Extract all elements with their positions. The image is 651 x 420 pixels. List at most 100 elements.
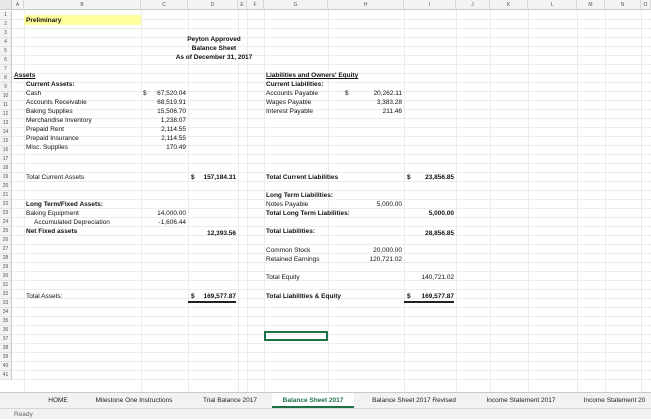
liab-value-accounts-payable[interactable]: 20,262.11: [328, 89, 402, 98]
asset-label-inventory[interactable]: Merchandise Inventory: [26, 116, 92, 125]
asset-value-prepaid-insurance[interactable]: 2,114.55: [141, 134, 186, 143]
common-stock-value[interactable]: 20,000.00: [328, 246, 402, 255]
retained-earnings-label[interactable]: Retained Earnings: [266, 255, 319, 264]
row-header[interactable]: 41: [0, 371, 12, 380]
column-header-h[interactable]: H: [328, 0, 404, 10]
net-fixed-label[interactable]: Net Fixed assets: [26, 227, 77, 236]
total-assets-value[interactable]: 169,577.87: [188, 292, 236, 303]
tab-income-statement-2017[interactable]: Income Statement 2017: [476, 393, 566, 408]
row-header[interactable]: 30: [0, 272, 12, 281]
column-header-l[interactable]: L: [528, 0, 577, 10]
tab-milestone-one-instructions[interactable]: Milestone One Instructions: [80, 393, 188, 408]
net-fixed-value[interactable]: 12,393.56: [188, 229, 236, 238]
row-header[interactable]: 22: [0, 200, 12, 209]
select-all-corner[interactable]: [0, 0, 12, 10]
total-current-liabilities-label[interactable]: Total Current Liabilities: [266, 173, 338, 182]
tab-balance-sheet-2017-revised[interactable]: Balance Sheet 2017 Revised: [360, 393, 468, 408]
liab-value-interest-payable[interactable]: 211.46: [328, 107, 402, 116]
row-header[interactable]: 19: [0, 173, 12, 182]
tab-balance-sheet-2017[interactable]: Balance Sheet 2017: [272, 393, 354, 408]
row-header[interactable]: 7: [0, 65, 12, 74]
row-header[interactable]: 23: [0, 209, 12, 218]
tab-income-statement-20[interactable]: Income Statement 20: [578, 393, 651, 408]
row-header[interactable]: 27: [0, 245, 12, 254]
row-header[interactable]: 14: [0, 128, 12, 137]
asset-value-receivable[interactable]: 68,519.91: [141, 98, 186, 107]
asset-label-prepaid-insurance[interactable]: Prepaid Insurance: [26, 134, 79, 143]
row-header[interactable]: 20: [0, 182, 12, 191]
row-header[interactable]: 33: [0, 299, 12, 308]
row-header[interactable]: 38: [0, 344, 12, 353]
column-header-b[interactable]: B: [24, 0, 141, 10]
assets-header[interactable]: Assets: [14, 71, 35, 80]
liab-label-interest-payable[interactable]: Interest Payable: [266, 107, 313, 116]
total-current-assets-value[interactable]: 157,184.31: [188, 173, 236, 182]
common-stock-label[interactable]: Common Stock: [266, 246, 310, 255]
column-header-a[interactable]: A: [12, 0, 24, 10]
row-header[interactable]: 6: [0, 56, 12, 65]
row-header[interactable]: 3: [0, 29, 12, 38]
retained-earnings-value[interactable]: 120,721.02: [328, 255, 402, 264]
row-header[interactable]: 29: [0, 263, 12, 272]
column-header-g[interactable]: G: [264, 0, 328, 10]
row-header[interactable]: 31: [0, 281, 12, 290]
liab-label-wages-payable[interactable]: Wages Payable: [266, 98, 311, 107]
total-current-assets-label[interactable]: Total Current Assets: [26, 173, 84, 182]
column-header-o[interactable]: O: [641, 0, 651, 10]
total-assets-label[interactable]: Total Assets:: [26, 292, 63, 301]
column-header-d[interactable]: D: [188, 0, 238, 10]
baking-equipment-label[interactable]: Baking Equipment: [26, 209, 79, 218]
tab-trial-balance-2017[interactable]: Trial Balance 2017: [194, 393, 266, 408]
total-long-term-liabilities-label[interactable]: Total Long Term Liabilities:: [266, 209, 350, 218]
row-header[interactable]: 40: [0, 362, 12, 371]
row-header[interactable]: 4: [0, 38, 12, 47]
company-name[interactable]: Peyton Approved: [141, 35, 287, 44]
asset-label-misc-supplies[interactable]: Misc. Supplies: [26, 143, 68, 152]
column-header-j[interactable]: J: [456, 0, 490, 10]
long-term-liabilities-header[interactable]: Long Term Liabilities:: [266, 191, 333, 200]
column-header-f[interactable]: F: [247, 0, 264, 10]
row-header[interactable]: 25: [0, 227, 12, 236]
row-header[interactable]: 26: [0, 236, 12, 245]
row-header[interactable]: 9: [0, 83, 12, 92]
row-header[interactable]: 15: [0, 137, 12, 146]
row-header[interactable]: 36: [0, 326, 12, 335]
row-header[interactable]: 32: [0, 290, 12, 299]
total-liabilities-equity-value[interactable]: 169,577.87: [404, 292, 454, 303]
row-header[interactable]: 28: [0, 254, 12, 263]
liabilities-header[interactable]: Liabilities and Owners' Equity: [266, 71, 358, 80]
current-assets-header[interactable]: Current Assets:: [26, 80, 75, 89]
row-header[interactable]: 12: [0, 110, 12, 119]
row-header[interactable]: 37: [0, 335, 12, 344]
liab-label-accounts-payable[interactable]: Accounts Payable: [266, 89, 318, 98]
column-header-i[interactable]: I: [404, 0, 456, 10]
preliminary-label[interactable]: Preliminary: [26, 16, 61, 25]
row-header[interactable]: 21: [0, 191, 12, 200]
statement-title[interactable]: Balance Sheet: [141, 44, 287, 53]
long-term-assets-header[interactable]: Long Term/Fixed Assets:: [26, 200, 103, 209]
row-header[interactable]: 13: [0, 119, 12, 128]
column-header-n[interactable]: N: [605, 0, 641, 10]
spreadsheet-grid[interactable]: A B C D E F G H I J K L M N O 1234567891…: [0, 0, 651, 392]
baking-equipment-value[interactable]: 14,000.00: [141, 209, 186, 218]
row-header[interactable]: 16: [0, 146, 12, 155]
notes-payable-label[interactable]: Notes Payable: [266, 200, 308, 209]
row-header[interactable]: 17: [0, 155, 12, 164]
row-header[interactable]: 34: [0, 308, 12, 317]
row-header[interactable]: 24: [0, 218, 12, 227]
row-header[interactable]: 39: [0, 353, 12, 362]
tab-home[interactable]: HOME: [40, 393, 76, 408]
column-header-e[interactable]: E: [238, 0, 247, 10]
row-header[interactable]: 10: [0, 92, 12, 101]
acc-dep-label[interactable]: Accumulated Depreciation: [34, 218, 110, 227]
column-header-m[interactable]: M: [577, 0, 605, 10]
asset-label-cash[interactable]: Cash: [26, 89, 41, 98]
asset-value-misc-supplies[interactable]: 170.49: [141, 143, 186, 152]
total-liabilities-equity-label[interactable]: Total Liabilities & Equity: [266, 292, 341, 301]
row-header[interactable]: 35: [0, 317, 12, 326]
total-equity-value[interactable]: 140,721.02: [404, 273, 454, 282]
liab-value-wages-payable[interactable]: 3,383.28: [328, 98, 402, 107]
total-liabilities-label[interactable]: Total Liabilities:: [266, 227, 315, 236]
notes-payable-value[interactable]: 5,000.00: [328, 200, 402, 209]
asset-label-baking-supplies[interactable]: Baking Supplies: [26, 107, 73, 116]
